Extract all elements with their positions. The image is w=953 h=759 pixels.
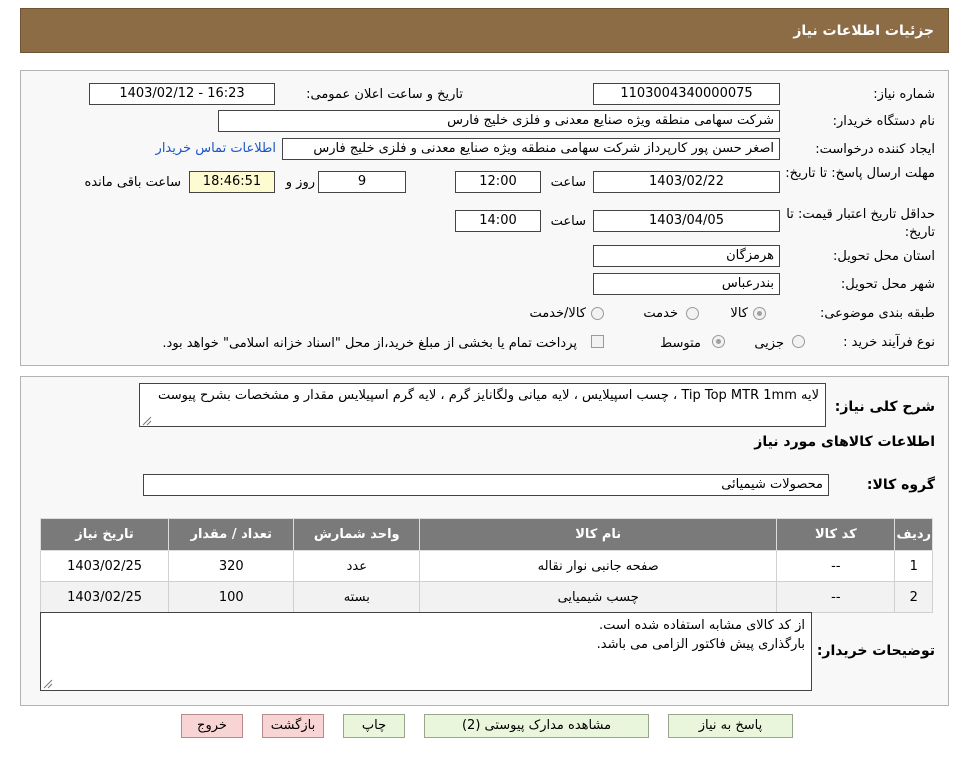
col-name: نام کالا xyxy=(419,518,778,551)
buyer-notes-line-1: از کد کالای مشابه استفاده شده است. xyxy=(598,618,805,633)
validity-label: حداقل تاریخ اعتبار قیمت: تا تاریخ: xyxy=(786,207,935,240)
buyer-contact-link[interactable]: اطلاعات تماس خریدار xyxy=(156,141,276,156)
cell-row: 2 xyxy=(894,581,933,613)
validity-date-field: 1403/04/05 xyxy=(593,210,780,232)
category-option-goods-service: کالا/خدمت xyxy=(529,306,586,321)
buyer-label: نام دستگاه خریدار: xyxy=(832,114,935,129)
col-row: ردیف xyxy=(894,518,933,551)
resize-handle-icon[interactable] xyxy=(43,679,53,689)
days-label: روز و xyxy=(285,175,315,190)
need-number-field: 1103004340000075 xyxy=(593,83,780,105)
announce-field: 1403/02/12 - 16:23 xyxy=(89,83,275,105)
table-row: 1 -- صفحه جانبی نوار نقاله عدد 320 1403/… xyxy=(39,550,933,582)
category-option-service: خدمت xyxy=(643,306,678,321)
category-radio-goods-service[interactable] xyxy=(591,307,604,320)
treasury-checkbox[interactable] xyxy=(591,335,604,348)
remaining-time-field: 18:46:51 xyxy=(189,171,275,193)
cell-unit: عدد xyxy=(293,550,421,582)
category-option-goods: کالا xyxy=(730,306,748,321)
table-header-row: ردیف کد کالا نام کالا واحد شمارش تعداد /… xyxy=(39,518,933,551)
table-row: 2 -- چسب شیمیایی بسته 100 1403/02/25 xyxy=(39,581,933,613)
purchase-type-label: نوع فرآیند خرید : xyxy=(843,335,935,350)
col-code: کد کالا xyxy=(776,518,896,551)
category-label: طبقه بندی موضوعی: xyxy=(819,306,935,321)
announce-label: تاریخ و ساعت اعلان عمومی: xyxy=(306,87,463,102)
cell-unit: بسته xyxy=(293,581,421,613)
cell-name: چسب شیمیایی xyxy=(419,581,778,613)
print-button[interactable]: چاپ xyxy=(343,714,405,738)
purchase-option-medium: متوسط xyxy=(660,336,701,351)
deadline-time-field: 12:00 xyxy=(455,171,541,193)
category-radio-goods[interactable] xyxy=(753,307,766,320)
col-unit: واحد شمارش xyxy=(293,518,421,551)
validity-time-label: ساعت xyxy=(550,214,586,229)
cell-name: صفحه جانبی نوار نقاله xyxy=(419,550,778,582)
creator-field: اصغر حسن پور کارپرداز شرکت سهامی منطقه و… xyxy=(282,138,780,160)
creator-label: ایجاد کننده درخواست: xyxy=(815,142,935,157)
treasury-note: پرداخت تمام یا بخشی از مبلغ خرید،از محل … xyxy=(162,336,577,351)
purchase-radio-minor[interactable] xyxy=(792,335,805,348)
cell-code: -- xyxy=(776,550,896,582)
city-label: شهر محل تحویل: xyxy=(840,277,935,292)
items-heading: اطلاعات کالاهای مورد نیاز xyxy=(754,434,935,450)
cell-qty: 320 xyxy=(168,550,295,582)
deadline-time-label: ساعت xyxy=(550,175,586,190)
goods-group-label: گروه کالا: xyxy=(866,477,935,493)
cell-date: 1403/02/25 xyxy=(39,550,170,582)
need-number-label: شماره نیاز: xyxy=(873,87,935,102)
summary-label: شرح کلی نیاز: xyxy=(834,399,935,415)
page-title: جزئیات اطلاعات نیاز xyxy=(793,23,934,39)
deadline-date-field: 1403/02/22 xyxy=(593,171,780,193)
purchase-radio-medium[interactable] xyxy=(712,335,725,348)
days-field: 9 xyxy=(318,171,406,193)
deadline-label: مهلت ارسال پاسخ: تا تاریخ: xyxy=(785,166,935,181)
cell-qty: 100 xyxy=(168,581,295,613)
cell-date: 1403/02/25 xyxy=(39,581,170,613)
cell-code: -- xyxy=(776,581,896,613)
buyer-notes-label: توضیحات خریدار: xyxy=(816,643,935,659)
summary-text: لایه Tip Top MTR 1mm ، چسب اسپیلایس ، لا… xyxy=(157,388,819,403)
buyer-field: شرکت سهامی منطقه ویژه صنایع معدنی و فلزی… xyxy=(218,110,780,132)
exit-button[interactable]: خروج xyxy=(181,714,243,738)
category-radio-service[interactable] xyxy=(686,307,699,320)
resize-handle-icon[interactable] xyxy=(142,416,152,426)
summary-textarea[interactable]: لایه Tip Top MTR 1mm ، چسب اسپیلایس ، لا… xyxy=(139,383,826,427)
col-qty: تعداد / مقدار xyxy=(168,518,295,551)
validity-time-field: 14:00 xyxy=(455,210,541,232)
items-table: ردیف کد کالا نام کالا واحد شمارش تعداد /… xyxy=(39,518,933,613)
buyer-notes-line-2: بارگذاری پیش فاکتور الزامی می باشد. xyxy=(596,637,805,652)
attachments-button[interactable]: مشاهده مدارک پیوستی (2) xyxy=(424,714,649,738)
buyer-notes-textarea[interactable]: از کد کالای مشابه استفاده شده است. بارگذ… xyxy=(40,612,812,691)
purchase-option-minor: جزیی xyxy=(754,336,784,351)
province-label: استان محل تحویل: xyxy=(833,249,935,264)
province-field: هرمزگان xyxy=(593,245,780,267)
back-button[interactable]: بازگشت xyxy=(262,714,324,738)
city-field: بندرعباس xyxy=(593,273,780,295)
reply-button[interactable]: پاسخ به نیاز xyxy=(668,714,793,738)
remaining-label: ساعت باقی مانده xyxy=(84,175,181,190)
page-header: جزئیات اطلاعات نیاز xyxy=(20,8,949,53)
goods-group-field: محصولات شیمیائی xyxy=(143,474,829,496)
cell-row: 1 xyxy=(894,550,933,582)
col-date: تاریخ نیاز xyxy=(39,518,170,551)
